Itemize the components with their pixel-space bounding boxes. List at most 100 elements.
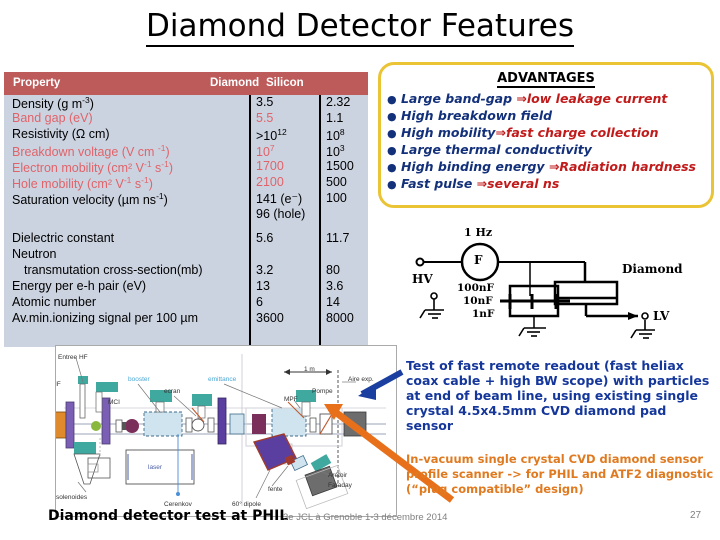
advantage-emphasis: several ns — [487, 176, 560, 191]
beamline-schematic: Entree HF HF booster MCI ecran emittance 1 m Ai… — [55, 345, 397, 517]
table-cell-property: Av.min.ionizing signal per 100 µm — [12, 311, 198, 325]
circuit-source-label: F — [474, 253, 483, 267]
table-row: Dielectric constant 5.6 11.7 — [4, 231, 368, 247]
figure-caption: Diamond detector test at PHIL — [48, 508, 289, 524]
table-header-silicon: Silicon — [266, 77, 304, 89]
advantages-box: ADVANTAGES ● Large band-gap ⇒low leakage… — [378, 62, 714, 208]
advantage-item: ● Fast pulse ⇒several ns — [387, 176, 560, 191]
beamline-label: 60° dipole — [232, 501, 261, 508]
table-cell-diamond: 5.6 — [256, 231, 274, 245]
table-row: Electron mobility (cm² V-1 s-1) 1700 1500 — [4, 159, 368, 175]
advantage-emphasis: low leakage current — [526, 91, 668, 106]
bullet-icon: ● — [387, 161, 397, 174]
implies-arrow-icon: ⇒ — [516, 91, 527, 106]
table-header-row: Property Diamond Silicon — [4, 72, 368, 95]
table-row: Av.min.ionizing signal per 100 µm 3600 800… — [4, 311, 368, 327]
advantage-item: ● Large band-gap ⇒low leakage current — [387, 91, 668, 106]
table-row: 96 (hole) — [4, 207, 368, 223]
table-cell-silicon: 108 — [326, 127, 345, 144]
table-row: Hole mobility (cm² V-1 s-1) 2100 500 — [4, 175, 368, 191]
table-cell-diamond: 13 — [256, 279, 270, 293]
hv-terminal-icon — [415, 257, 425, 267]
table-cell-diamond: 3600 — [256, 311, 284, 325]
beamline-label: Cerenkov — [164, 501, 192, 508]
table-cell-property: Atomic number — [12, 295, 97, 309]
table-cell-silicon: 11.7 — [326, 231, 350, 245]
table-cell-silicon: 500 — [326, 175, 347, 189]
table-cell-diamond: 3.2 — [256, 263, 274, 277]
page-title-text: Diamond Detector Features — [145, 8, 575, 47]
table-row: Density (g m-3) 3.5 2.32 — [4, 95, 368, 111]
beamline-label: emittance — [208, 376, 237, 383]
bullet-icon: ● — [387, 127, 397, 140]
beamline-label: solenoides — [56, 494, 88, 501]
table-cell-silicon: 1.1 — [326, 111, 344, 125]
implies-arrow-icon: ⇒ — [476, 176, 488, 191]
table-spacer — [4, 223, 368, 231]
beamline-label: ecran — [164, 388, 181, 395]
table-cell-property: Saturation velocity (µm ns-1) — [12, 191, 168, 208]
table-cell-property: Resistivity (Ω cm) — [12, 127, 110, 141]
circuit-hv-label: HV — [412, 272, 433, 286]
slide-footer: 3e JCL à Grenoble 1-3 décembre 2014 — [283, 512, 448, 523]
bullet-icon: ● — [387, 93, 397, 106]
bullet-icon: ● — [387, 178, 397, 191]
beamline-label: Arétoir — [328, 472, 348, 479]
beamline-label: Entree HF — [58, 354, 88, 361]
advantages-list: ● Large band-gap ⇒low leakage current ● H… — [387, 91, 711, 193]
bullet-icon: ● — [387, 110, 397, 123]
page-title: Diamond Detector Features — [0, 8, 720, 47]
advantages-title: ADVANTAGES — [381, 71, 711, 88]
table-cell-silicon: 8000 — [326, 311, 354, 325]
table-cell-property: Hole mobility (cm² V-1 s-1) — [12, 175, 153, 192]
advantages-title-text: ADVANTAGES — [497, 71, 595, 88]
table-row: Atomic number 6 14 — [4, 295, 368, 311]
table-row: Neutron — [4, 247, 368, 263]
table-row: transmutation cross-section(mb) 3.2 80 — [4, 263, 368, 279]
ground-symbol-hv-icon — [419, 292, 444, 319]
table-row: Resistivity (Ω cm) >1012 108 — [4, 127, 368, 143]
table-cell-property: Electron mobility (cm² V-1 s-1) — [12, 159, 174, 176]
table-cell-silicon: 100 — [326, 191, 347, 205]
table-cell-diamond: 107 — [256, 143, 275, 160]
table-cell-diamond: 3.5 — [256, 95, 274, 109]
table-cell-silicon: 103 — [326, 143, 345, 160]
table-cell-silicon: 80 — [326, 263, 340, 277]
ground-symbol-lv-icon — [630, 320, 655, 339]
ground-symbol-caps-icon — [518, 327, 546, 337]
table-cell-property: Density (g m-3) — [12, 95, 94, 112]
table-cell-diamond: 6 — [256, 295, 263, 309]
table-cell-diamond: 2100 — [256, 175, 284, 189]
table-cell-diamond: 1700 — [256, 159, 284, 173]
table-cell-property: Breakdown voltage (V cm -1) — [12, 143, 170, 160]
beamline-label: laser — [148, 464, 163, 471]
circuit-diagram: 1 Hz F HV LV Diamond 100nF 10nF 1nF — [400, 224, 716, 346]
table-cell-silicon: 1500 — [326, 159, 354, 173]
beamline-label: Faraday — [328, 482, 352, 489]
beamline-label: MPF — [284, 396, 298, 403]
beamline-label: fente — [268, 486, 283, 493]
advantage-item: ● High mobility⇒fast charge collection — [387, 125, 659, 140]
circuit-cap-100nf-label: 100nF — [457, 282, 495, 294]
property-comparison-table: Property Diamond Silicon Density (g m-3)… — [4, 72, 368, 347]
table-cell-silicon: 14 — [326, 295, 340, 309]
table-header-diamond: Diamond — [210, 77, 260, 89]
table-body: Density (g m-3) 3.5 2.32 Band gap (eV) 5.5 1.… — [4, 95, 368, 347]
bullet-icon: ● — [387, 144, 397, 157]
table-cell-property: transmutation cross-section(mb) — [24, 263, 203, 277]
circuit-cap-10nf-label: 10nF — [463, 295, 493, 307]
beamline-label: MCI — [108, 399, 120, 406]
table-cell-silicon: 2.32 — [326, 95, 351, 109]
blue-note-text: Test of fast remote readout (fast heliax… — [406, 358, 710, 433]
table-cell-diamond: 96 (hole) — [256, 207, 306, 221]
advantage-item: ● High breakdown field — [387, 108, 553, 123]
beamline-label: 1 m — [304, 366, 315, 373]
advantage-emphasis: Radiation hardness — [559, 159, 696, 174]
circuit-diamond-label: Diamond — [622, 262, 683, 276]
table-cell-property: Band gap (eV) — [12, 111, 93, 125]
beamline-svg — [56, 346, 396, 516]
table-header-property: Property — [13, 77, 61, 89]
circuit-svg — [415, 242, 655, 339]
table-cell-silicon: 3.6 — [326, 279, 344, 293]
table-row: Breakdown voltage (V cm -1) 107 103 — [4, 143, 368, 159]
